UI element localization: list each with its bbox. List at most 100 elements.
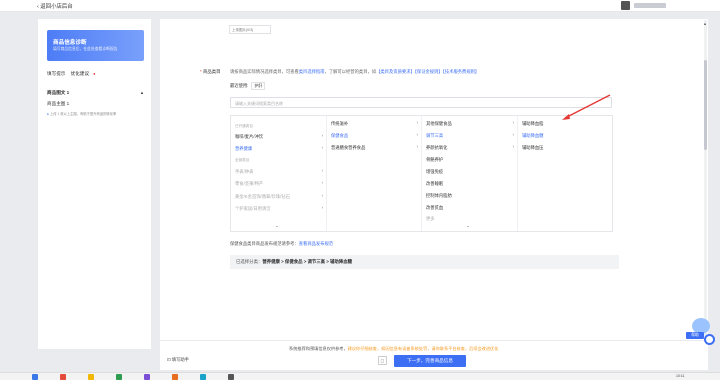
section-title: 商品图文 <box>47 90 66 95</box>
selected-path-bar: 已选择分类：营养健康 > 保健食品 > 调节三高 > 辅助降血糖 <box>230 255 619 269</box>
cascader-column-1: 已开通类目 咖啡/麦片/冲饮 › 营养健康 › 全部类目 手表/钟表 › 零食/… <box>231 116 327 231</box>
unread-dot: ● <box>93 71 96 76</box>
expand-more-icon[interactable]: ⌄ <box>466 223 470 229</box>
cat-item[interactable]: 传统滋补 <box>331 121 348 127</box>
taskbar-app-icon[interactable] <box>116 374 122 380</box>
group-label-all: 全部类目 <box>235 158 250 162</box>
chevron-up-icon[interactable]: ▲ <box>140 90 144 95</box>
taskbar-app-icon[interactable] <box>88 374 94 380</box>
cat-item[interactable]: 个护家居/日用清洁 <box>235 206 271 212</box>
rules-mid: ，了解可以经营的类目，如 <box>324 69 377 74</box>
tab-suggestions-label: 优化建议 <box>70 71 90 76</box>
taskbar-app-icon[interactable] <box>200 374 206 380</box>
cascader-column-2: 传统滋补 › 保健食品 › 普通膳食营养食品 › <box>327 116 422 231</box>
taskbar-app-icon[interactable] <box>228 374 234 380</box>
taskbar-app-icon[interactable] <box>144 374 150 380</box>
category-rules: 请按商品实际情况选择类目，可查看类目选择指南，了解可以经营的类目，如【类目及资质… <box>230 69 479 75</box>
chevron-right-icon: › <box>512 120 515 125</box>
chevron-right-icon: › <box>321 193 324 198</box>
cascader-column-4: 辅助降血脂 辅助降血糖 辅助降血压 <box>518 116 613 231</box>
chevron-right-icon: › <box>321 168 324 173</box>
diagnosis-card: 商品信息诊断 填写商品信息后，在此处查看诊断报告 <box>47 30 144 61</box>
chevron-right-icon: › <box>321 133 324 138</box>
bottom-bar: 系统推荐和预填信息仅供参考，建议你仔细核查，如因信息有误被系统处罚，请你联系平台… <box>160 340 708 370</box>
cat-item[interactable]: 控制体内脂肪 <box>426 193 452 199</box>
sidebar-hint-text: 上传 1 张以上主图，有助于提升商品的转化率 <box>50 112 117 116</box>
recent-tag[interactable]: 护肝 <box>251 82 266 90</box>
expand-more-icon[interactable]: ⌄ <box>275 223 279 229</box>
section-header[interactable]: 商品图文 1 ▲ <box>47 90 144 97</box>
scroll-up-icon[interactable]: ▲ <box>703 21 707 26</box>
chevron-right-icon: › <box>512 144 515 149</box>
category-search-input[interactable]: 请输入关键词搜索类目名称 <box>230 97 612 108</box>
chevron-right-icon: › <box>321 205 324 210</box>
diagnosis-sidebar: 商品信息诊断 填写商品信息后，在此处查看诊断报告 填写提示 优化建议 ● 商品图文… <box>38 19 151 349</box>
cat-item[interactable]: 黄金/K金首饰/翡翠/珍珠/钻石 <box>235 194 290 200</box>
path-prefix: 已选择分类： <box>236 259 263 264</box>
cat-item-selected[interactable]: 辅助降血糖 <box>522 133 543 139</box>
cat-item[interactable]: 更多 <box>426 216 435 222</box>
taskbar-app-icon[interactable] <box>32 374 38 380</box>
recent-label: 最近使用: <box>230 83 249 88</box>
selected-path: 营养健康 > 保健食品 > 调节三高 > 辅助降血糖 <box>262 259 353 264</box>
clock: 10:11 <box>676 374 685 378</box>
chevron-right-icon: › <box>321 180 324 185</box>
cat-item[interactable]: 普通膳食营养食品 <box>331 145 365 151</box>
upload-image-box[interactable]: 上传图片(0/3) <box>229 25 271 34</box>
chevron-right-icon: › <box>321 145 324 150</box>
support-ring-icon <box>704 334 715 345</box>
link-category-guide[interactable]: 类目选择指南 <box>299 69 325 74</box>
bottom-hint-prefix: 系统推荐和预填信息仅供参考， <box>289 346 348 351</box>
spec-note-prefix: 保健食品类目商品发布规范请参考： <box>230 241 299 246</box>
cat-item[interactable]: 零食/坚果/特产 <box>235 181 263 187</box>
tab-suggestions[interactable]: 优化建议 ● <box>71 71 100 76</box>
section-count: 1 <box>66 90 70 95</box>
taskbar-app-icon[interactable] <box>172 374 178 380</box>
cat-item[interactable]: 骨骼养护 <box>426 157 443 163</box>
diagnosis-title: 商品信息诊断 <box>53 40 87 46</box>
tab-tips[interactable]: 填写提示 <box>47 71 65 76</box>
cat-item[interactable]: 增强免疫 <box>426 169 443 175</box>
cat-item[interactable]: 辅助降血脂 <box>522 121 543 127</box>
cat-item[interactable]: 改善贫血 <box>426 205 443 211</box>
link-deposit-rules[interactable]: 【保证金规则】 <box>415 69 443 74</box>
annotation-arrow <box>562 94 611 120</box>
link-service-fee[interactable]: 【技术服务费规则】 <box>443 69 480 74</box>
chevron-right-icon: › <box>512 132 515 137</box>
cat-item[interactable]: 养颜抗氧化 <box>426 145 447 151</box>
diagnosis-subtitle: 填写商品信息后，在此处查看诊断报告 <box>53 47 118 51</box>
category-label: * 商品类目 <box>200 69 221 75</box>
help-widget[interactable]: 帮助 <box>686 318 716 352</box>
chevron-right-icon: › <box>416 144 419 149</box>
bottom-hint: 系统推荐和预填信息仅供参考，建议你仔细核查，如因信息有误被系统处罚，请你联系平台… <box>289 346 498 352</box>
avatar[interactable] <box>621 1 630 10</box>
spec-note: 保健食品类目商品发布规范请参考：查看商品发布规范 <box>230 241 333 247</box>
rules-prefix: 请按商品实际情况选择类目，可查看 <box>230 69 299 74</box>
back-link[interactable]: ‹ 返回小店后台 <box>37 2 73 10</box>
info-icon: ● <box>47 112 49 116</box>
sub-item-main-image[interactable]: 商品主图 1 <box>47 101 69 107</box>
link-qualification[interactable]: 【类目及资质要求】 <box>376 69 415 74</box>
sidebar-tabs: 填写提示 优化建议 ● <box>47 71 103 77</box>
cat-item-selected[interactable]: 营养健康 <box>235 146 252 152</box>
recent-used: 最近使用: 护肝 <box>230 82 266 90</box>
next-step-button[interactable]: 下一步，完善商品信息 <box>394 355 466 367</box>
link-spec[interactable]: 查看商品发布规范 <box>299 241 333 246</box>
cat-item[interactable]: 改善睡眠 <box>426 181 443 187</box>
category-cascader: 已开通类目 咖啡/麦片/冲饮 › 营养健康 › 全部类目 手表/钟表 › 零食/… <box>230 115 613 232</box>
cat-item[interactable]: 其他保健食品 <box>426 121 452 127</box>
scrollbar-thumb[interactable] <box>704 60 707 150</box>
cat-item[interactable]: 手表/钟表 <box>235 169 253 175</box>
chevron-right-icon: › <box>416 132 419 137</box>
cat-item-selected[interactable]: 调节三高 <box>426 133 443 139</box>
cat-item-selected[interactable]: 保健食品 <box>331 133 348 139</box>
cat-item[interactable]: 辅助降血压 <box>522 145 543 151</box>
preview-icon[interactable]: ▢ <box>378 356 387 365</box>
sub-item-count: 1 <box>66 101 70 106</box>
top-bar: ‹ 返回小店后台 <box>0 0 720 12</box>
chevron-right-icon: › <box>416 120 419 125</box>
taskbar-app-icon[interactable] <box>60 374 66 380</box>
cat-item[interactable]: 咖啡/麦片/冲饮 <box>235 134 263 140</box>
assistant-label: 填写助手 <box>171 357 189 362</box>
assistant-toggle[interactable]: ⊡ 填写助手 <box>167 357 189 363</box>
